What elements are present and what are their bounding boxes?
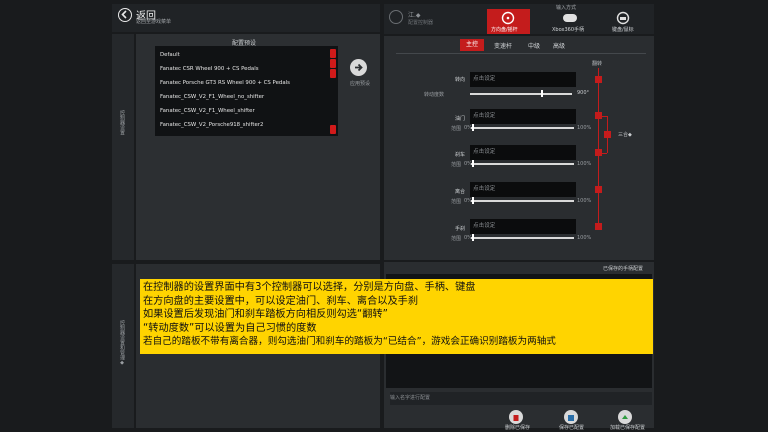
apply-preset-button[interactable] — [350, 59, 367, 76]
left-strip-label-lower: 控制器设置和管理◆ — [119, 320, 125, 366]
tab-advanced[interactable]: 高级 — [553, 41, 565, 50]
throttle-range-knob[interactable] — [472, 124, 474, 131]
input-mode-keyboard-label: 键盘/鼠标 — [612, 27, 634, 33]
clutch-invert-toggle[interactable] — [595, 186, 602, 193]
throttle-range-slider[interactable] — [471, 127, 574, 129]
brake-label: 刹车 — [455, 152, 466, 158]
saved-configs-title: 已保存的手柄配置 — [603, 266, 644, 272]
top-subtitle: 配置控制器 — [408, 20, 434, 26]
combined-label: 三合◆ — [618, 132, 632, 138]
brake-range-knob[interactable] — [472, 160, 474, 167]
invert-header: 翻转 — [592, 61, 603, 67]
save-config-button[interactable] — [564, 410, 578, 424]
preset-item[interactable]: Fanatec_CSW_V2_Porsche918_shifter2 — [160, 122, 263, 128]
preset-item[interactable]: Fanatec Porsche GT3 RS Wheel 900 + CS Pe… — [160, 80, 290, 86]
brake-range-label: 范围 — [451, 162, 462, 168]
annotation-line: 如果设置后发现油门和刹车踏板方向相反则勾选“翻转” — [143, 309, 388, 321]
preset-item[interactable]: Fanatec CSR Wheel 900 + CS Pedals — [160, 66, 259, 72]
load-config-button[interactable] — [618, 410, 632, 424]
config-name-input[interactable]: 输入名字进行配置 — [390, 392, 652, 405]
rotation-label: 转动度数 — [424, 92, 445, 98]
rotation-value: 900° — [577, 90, 590, 96]
preset-scroll-marker[interactable] — [330, 49, 336, 58]
apply-preset-label: 应用预设 — [350, 81, 371, 87]
back-subtitle: 返回至游戏菜单 — [136, 19, 172, 25]
steering-invert-toggle[interactable] — [595, 76, 602, 83]
handbrake-range-slider[interactable] — [471, 237, 574, 239]
input-mode-wheel-label: 方向盘/摇杆 — [491, 27, 518, 33]
tutorial-annotation: 在控制器的设置界面中有3个控制器可以选择，分别是方向盘、手柄、键盘 在方向盘的主… — [140, 279, 653, 354]
controller-icon — [389, 10, 403, 24]
handbrake-range-label: 范围 — [451, 236, 462, 242]
arrow-left-icon — [121, 10, 127, 19]
combined-bracket-bottom — [599, 153, 607, 154]
preset-item[interactable]: Fanatec_CSW_V2_F1_Wheel_shifter — [160, 108, 255, 114]
left-strip-upper — [112, 34, 134, 260]
delete-saved-button[interactable] — [509, 410, 523, 424]
annotation-line: “转动度数”可以设置为自己习惯的度数 — [143, 322, 317, 334]
handbrake-invert-toggle[interactable] — [595, 223, 602, 230]
brake-input[interactable]: 点击设定 — [470, 145, 576, 160]
delete-saved-label: 删除已保存 — [505, 425, 531, 431]
tab-main[interactable]: 主控 — [460, 39, 484, 51]
steering-input[interactable]: 点击设定 — [470, 72, 576, 87]
preset-scroll-marker[interactable] — [330, 69, 336, 78]
input-mode-wheel[interactable]: 方向盘/摇杆 — [487, 9, 530, 34]
tab-shifter[interactable]: 变速杆 — [494, 41, 512, 50]
rotation-slider[interactable] — [470, 93, 572, 95]
brake-range-slider[interactable] — [471, 163, 574, 165]
throttle-label: 油门 — [455, 116, 466, 122]
clutch-label: 离合 — [455, 189, 466, 195]
preset-scroll-marker[interactable] — [330, 125, 336, 134]
handbrake-label: 手刹 — [455, 226, 466, 232]
tabs-divider — [396, 53, 646, 54]
handbrake-input[interactable]: 点击设定 — [470, 219, 576, 234]
combined-bracket-top — [599, 116, 607, 117]
save-config-label: 保存已配置 — [559, 425, 585, 431]
keyboard-icon — [616, 11, 630, 25]
throttle-input[interactable]: 点击设定 — [470, 109, 576, 124]
tab-intermediate[interactable]: 中级 — [528, 41, 540, 50]
steering-wheel-icon — [501, 11, 515, 25]
brake-max: 100% — [577, 161, 592, 167]
preset-item[interactable]: Fanatec_CSW_V2_F1_Wheel_no_shifter — [160, 94, 264, 100]
combined-toggle[interactable] — [604, 131, 611, 138]
left-strip-label-upper: 控制器设置 — [119, 110, 125, 135]
annotation-line: 在控制器的设置界面中有3个控制器可以选择，分别是方向盘、手柄、键盘 — [143, 282, 476, 293]
clutch-range-slider[interactable] — [471, 200, 574, 202]
trash-icon — [513, 415, 519, 421]
load-icon — [622, 415, 628, 419]
clutch-max: 100% — [577, 198, 592, 204]
input-mode-gamepad[interactable]: Xbox360手柄 — [550, 9, 590, 34]
throttle-max: 100% — [577, 125, 592, 131]
preset-scroll-marker[interactable] — [330, 59, 336, 68]
rotation-slider-knob[interactable] — [541, 90, 544, 97]
annotation-line: 若自己的踏板不带有离合器，则勾选油门和刹车的踏板为“已结合”，游戏会正确识别踏板… — [143, 336, 556, 348]
annotation-line: 在方向盘的主要设置中，可以设定油门、刹车、离合以及手刹 — [143, 295, 419, 307]
handbrake-max: 100% — [577, 235, 592, 241]
handbrake-range-knob[interactable] — [472, 234, 474, 241]
clutch-range-knob[interactable] — [472, 197, 474, 204]
input-mode-gamepad-label: Xbox360手柄 — [552, 27, 585, 33]
load-config-label: 加载已保存配置 — [610, 425, 646, 431]
arrow-right-icon — [355, 63, 363, 72]
preset-item[interactable]: Default — [160, 52, 180, 58]
steering-label: 转向 — [455, 77, 466, 83]
back-button[interactable] — [118, 8, 132, 22]
save-icon — [568, 415, 574, 421]
clutch-range-label: 范围 — [451, 199, 462, 205]
gamepad-icon — [563, 14, 577, 22]
throttle-range-label: 范围 — [451, 126, 462, 132]
input-mode-keyboard[interactable]: 键盘/鼠标 — [605, 9, 645, 34]
clutch-input[interactable]: 点击设定 — [470, 182, 576, 197]
top-title: 江.◆ — [408, 12, 421, 19]
